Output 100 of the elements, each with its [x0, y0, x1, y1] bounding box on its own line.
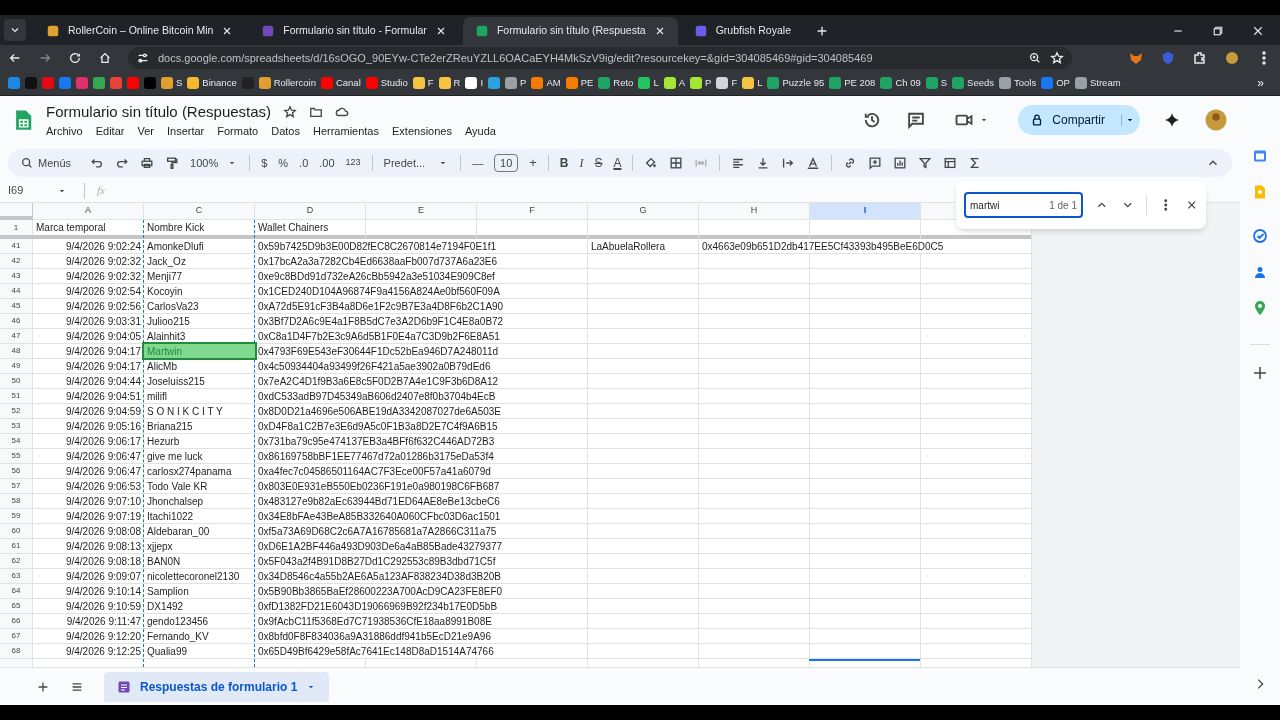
- row-header[interactable]: 58: [0, 494, 33, 508]
- map-pin-icon[interactable]: [1252, 300, 1268, 316]
- column-header[interactable]: E: [366, 203, 477, 220]
- bookmark[interactable]: F: [412, 75, 434, 91]
- bookmark[interactable]: Seeds: [952, 75, 995, 91]
- document-title[interactable]: Formulario sin título (Respuestas): [46, 100, 272, 123]
- print-icon[interactable]: [140, 156, 155, 170]
- bookmark[interactable]: [42, 77, 54, 89]
- browser-tab[interactable]: Grubfish Royale: [681, 17, 803, 45]
- chart-icon[interactable]: [893, 156, 908, 170]
- fill-color-icon[interactable]: [644, 156, 659, 170]
- menu-item[interactable]: Ayuda: [464, 123, 496, 140]
- tasks-icon[interactable]: [1252, 228, 1268, 244]
- bookmark[interactable]: [76, 77, 88, 89]
- name-box[interactable]: I69: [8, 182, 72, 199]
- bookmark[interactable]: PE 208: [829, 75, 876, 91]
- back-icon[interactable]: [8, 51, 22, 65]
- filter-icon[interactable]: [918, 156, 933, 170]
- more-bookmarks-button[interactable]: »: [1257, 74, 1264, 92]
- restore-icon[interactable]: [1212, 25, 1224, 37]
- bookmark[interactable]: Rollercoin: [258, 75, 316, 91]
- row-header[interactable]: 57: [0, 479, 33, 493]
- row-header[interactable]: 61: [0, 539, 33, 553]
- star-icon[interactable]: [283, 104, 298, 119]
- new-tab-icon[interactable]: [815, 24, 829, 38]
- bookmark[interactable]: F: [716, 75, 738, 91]
- browser-tab[interactable]: RollerCoin – Online Bitcoin Min: [34, 17, 246, 45]
- bookmark[interactable]: PE: [565, 75, 594, 91]
- row-header[interactable]: 41: [0, 239, 33, 253]
- row-header[interactable]: 45: [0, 299, 33, 313]
- add-icon[interactable]: [1252, 365, 1268, 381]
- share-button[interactable]: Compartir: [1018, 105, 1140, 135]
- bookmark[interactable]: S: [925, 75, 948, 91]
- bookmark[interactable]: R: [438, 75, 461, 91]
- forward-icon[interactable]: [38, 51, 52, 65]
- sparkle-icon[interactable]: [1164, 112, 1180, 128]
- bookmark[interactable]: [110, 77, 122, 89]
- row-header[interactable]: 53: [0, 419, 33, 433]
- contacts-icon[interactable]: [1252, 264, 1268, 280]
- borders-icon[interactable]: [669, 156, 684, 170]
- menu-search-field[interactable]: Menús: [20, 154, 72, 172]
- extensions-icon[interactable]: [1192, 50, 1208, 66]
- calendar-icon[interactable]: [1252, 148, 1268, 164]
- bookmark[interactable]: L: [742, 75, 763, 91]
- paint-format-icon[interactable]: [165, 156, 180, 170]
- bookmark[interactable]: Ch 09: [880, 75, 921, 91]
- text-wrap-icon[interactable]: [781, 156, 796, 170]
- menu-item[interactable]: Extensiones: [392, 123, 452, 140]
- align-left-icon[interactable]: [731, 156, 746, 170]
- font-size-field[interactable]: 10: [494, 154, 519, 172]
- dec-more-button[interactable]: .00: [319, 154, 335, 172]
- text-color-button[interactable]: A: [613, 154, 622, 172]
- menu-item[interactable]: Insertar: [166, 123, 205, 140]
- dec-less-button[interactable]: .0: [299, 154, 309, 172]
- row-header[interactable]: 60: [0, 524, 33, 538]
- row-header[interactable]: 59: [0, 509, 33, 523]
- row-header[interactable]: 42: [0, 254, 33, 268]
- column-header[interactable]: I: [810, 203, 921, 220]
- close-icon[interactable]: [1252, 25, 1264, 37]
- menu-item[interactable]: Ver: [137, 123, 154, 140]
- row-header[interactable]: 51: [0, 389, 33, 403]
- bookmark[interactable]: [93, 77, 105, 89]
- row-header[interactable]: 56: [0, 464, 33, 478]
- row-header[interactable]: 68: [0, 644, 33, 658]
- bookmark[interactable]: Tools: [999, 75, 1037, 91]
- row-header[interactable]: 48: [0, 344, 33, 358]
- profile-avatar-icon[interactable]: [1224, 50, 1240, 66]
- row-header[interactable]: 50: [0, 374, 33, 388]
- bookmark[interactable]: OP: [1041, 75, 1070, 91]
- font-select[interactable]: Predet...: [383, 154, 450, 172]
- row-header[interactable]: 62: [0, 554, 33, 568]
- column-header[interactable]: F: [477, 203, 588, 220]
- bookmark[interactable]: P: [690, 75, 712, 91]
- tab-search-button[interactable]: [4, 19, 26, 41]
- italic-button[interactable]: I: [579, 154, 584, 172]
- row-header[interactable]: 67: [0, 629, 33, 643]
- comment-icon[interactable]: [906, 110, 927, 130]
- row-header[interactable]: 52: [0, 404, 33, 418]
- text-rotation-icon[interactable]: [806, 156, 821, 170]
- menu-item[interactable]: Archivo: [46, 123, 83, 140]
- row-header[interactable]: 46: [0, 314, 33, 328]
- redo-icon[interactable]: [115, 156, 130, 170]
- menu-item[interactable]: Herramientas: [312, 123, 379, 140]
- fox-extension-icon[interactable]: [1128, 50, 1144, 66]
- menu-item[interactable]: Datos: [271, 123, 300, 140]
- account-avatar-icon[interactable]: [1204, 108, 1228, 132]
- browser-tab[interactable]: Formulario sin título - Formular: [249, 17, 459, 45]
- table-view-icon[interactable]: [943, 156, 958, 170]
- row-header[interactable]: 43: [0, 269, 33, 283]
- zoom-select[interactable]: 100%: [190, 154, 239, 172]
- site-settings-icon[interactable]: [136, 51, 150, 65]
- bookmark[interactable]: S: [161, 75, 183, 91]
- menu-item[interactable]: Editar: [95, 123, 125, 140]
- menu-item[interactable]: Formato: [217, 123, 259, 140]
- insert-comment-icon[interactable]: [868, 156, 883, 170]
- zoom-icon[interactable]: [1028, 51, 1042, 65]
- column-header[interactable]: G: [588, 203, 699, 220]
- bookmark[interactable]: Canal: [320, 75, 361, 91]
- bookmark[interactable]: [59, 77, 71, 89]
- row-header[interactable]: 55: [0, 449, 33, 463]
